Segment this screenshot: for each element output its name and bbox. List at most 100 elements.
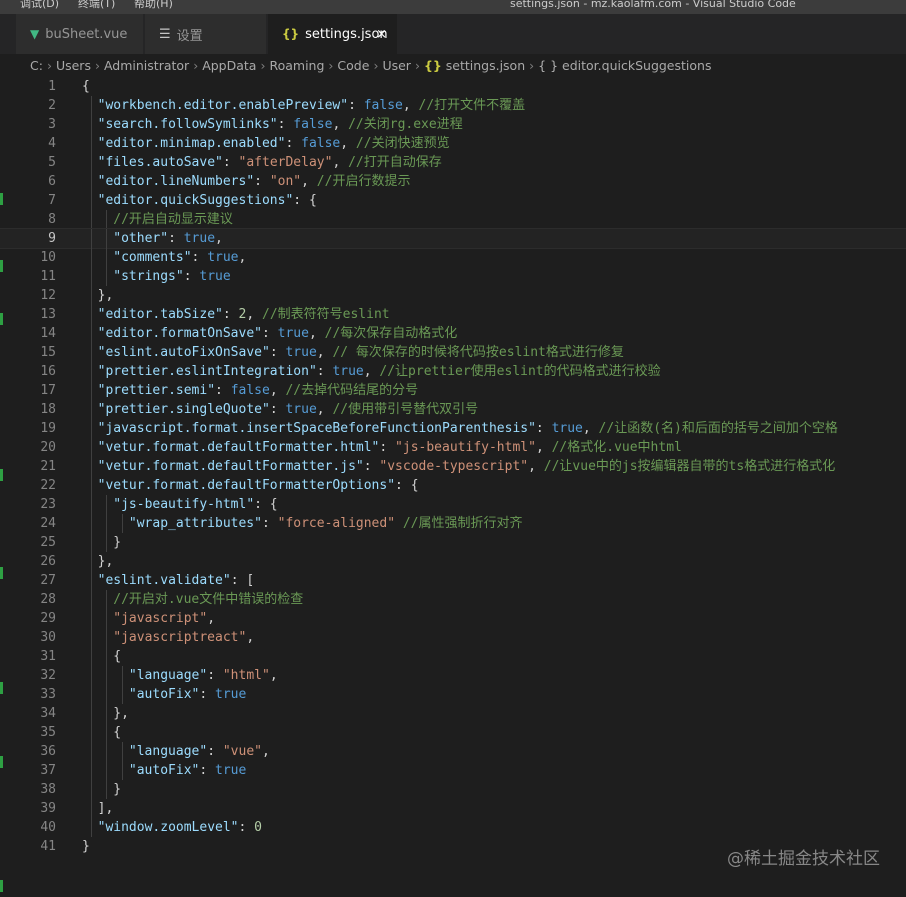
code-line[interactable]: 36 "language": "vue", (0, 742, 906, 761)
code-token: : (199, 763, 216, 778)
indent-guide (90, 514, 92, 533)
line-number: 9 (48, 231, 56, 246)
code-token: //制表符符号eslint (262, 307, 390, 322)
code-line[interactable]: 13 "editor.tabSize": 2, //制表符符号eslint (0, 305, 906, 324)
code-line[interactable]: 3 "search.followSymlinks": false, //关闭rg.… (0, 115, 906, 134)
code-line[interactable]: 9 "other": true, (0, 228, 906, 249)
indent-guide (106, 666, 108, 685)
code-editor[interactable]: 1{2 "workbench.editor.enablePreview": fal… (0, 77, 906, 877)
code-line[interactable]: 27 "eslint.validate": [ (0, 571, 906, 590)
code-line[interactable]: 10 "comments": true, (0, 248, 906, 267)
line-number: 37 (40, 763, 56, 778)
menu-help[interactable]: 帮助(H) (134, 0, 173, 9)
code-token: "eslint.autoFixOnSave" (97, 345, 270, 360)
tab-busheet-vue[interactable]: ▼ buSheet.vue (16, 14, 144, 54)
line-number: 25 (40, 535, 56, 550)
breadcrumb-item[interactable]: C: (30, 58, 43, 73)
code-line[interactable]: 30 "javascriptreact", (0, 628, 906, 647)
code-line[interactable]: 12}, (0, 286, 906, 305)
code-token: //每次保存自动格式化 (324, 326, 458, 341)
code-line[interactable]: 22 "vetur.format.defaultFormatterOptions"… (0, 476, 906, 495)
code-line[interactable]: 16 "prettier.eslintIntegration": true, //… (0, 362, 906, 381)
code-token: "prettier.singleQuote" (97, 402, 270, 417)
code-token: false (363, 98, 403, 113)
code-line[interactable]: 29 "javascript", (0, 609, 906, 628)
breadcrumb-item[interactable]: Roaming (269, 58, 324, 73)
line-number: 5 (48, 155, 56, 170)
indent-guide (106, 723, 108, 742)
menu-terminal[interactable]: 终端(T) (78, 0, 115, 9)
line-number: 19 (40, 421, 56, 436)
code-line[interactable]: 28 //开启对.vue文件中错误的检查 (0, 590, 906, 609)
code-line[interactable]: 8 //开启自动显示建议 (0, 210, 906, 229)
code-token: : (269, 402, 286, 417)
code-line[interactable]: 21 "vetur.format.defaultFormatter.js": "v… (0, 457, 906, 476)
indent-guide (122, 685, 124, 704)
tab-settings-json[interactable]: {} settings.json × (268, 14, 398, 54)
code-text: "javascript", (113, 609, 215, 628)
indent-guide (106, 628, 108, 647)
code-line[interactable]: 26}, (0, 552, 906, 571)
code-line[interactable]: 24 "wrap_attributes": "force-aligned" //属… (0, 514, 906, 533)
code-token: //属性强制折行对齐 (402, 516, 523, 531)
code-line[interactable]: 1{ (0, 77, 906, 96)
code-text: { (113, 723, 121, 742)
code-line[interactable]: 18 "prettier.singleQuote": true, //使用带引号替… (0, 400, 906, 419)
breadcrumb-item[interactable]: User (382, 58, 411, 73)
code-token: "vetur.format.defaultFormatterOptions" (97, 478, 396, 493)
code-token: "other" (113, 231, 169, 246)
code-text: "editor.quickSuggestions": { (98, 191, 317, 210)
code-line[interactable]: 2 "workbench.editor.enablePreview": false… (0, 96, 906, 115)
code-token: "autoFix" (128, 763, 200, 778)
indent-guide (90, 799, 92, 818)
code-token: : (207, 744, 223, 759)
code-text: } (113, 780, 121, 799)
line-number: 6 (48, 174, 56, 189)
breadcrumb-item[interactable]: settings.json (446, 58, 525, 73)
breadcrumb: C: › Users › Administrator › AppData › R… (0, 54, 906, 76)
breadcrumb-item[interactable]: Users (56, 58, 91, 73)
breadcrumb-item[interactable]: Code (337, 58, 369, 73)
code-line[interactable]: 19 "javascript.format.insertSpaceBeforeFu… (0, 419, 906, 438)
code-token: , (363, 364, 380, 379)
code-line[interactable]: 11 "strings": true (0, 267, 906, 286)
code-token: }, (113, 706, 129, 721)
code-line[interactable]: 17 "prettier.semi": false, //去掉代码结尾的分号 (0, 381, 906, 400)
code-line[interactable]: 33 "autoFix": true (0, 685, 906, 704)
breadcrumb-separator: › (373, 57, 379, 73)
code-line[interactable]: 32 "language": "html", (0, 666, 906, 685)
code-line[interactable]: 35 { (0, 723, 906, 742)
breadcrumb-item[interactable]: editor.quickSuggestions (562, 58, 711, 73)
code-line[interactable]: 20 "vetur.format.defaultFormatter.html": … (0, 438, 906, 457)
indent-guide (90, 362, 92, 381)
code-token: , (269, 383, 286, 398)
code-token: "window.zoomLevel" (97, 820, 239, 835)
code-line[interactable]: 34}, (0, 704, 906, 723)
close-icon[interactable]: × (376, 27, 387, 42)
code-line[interactable]: 38} (0, 780, 906, 799)
menu-debug[interactable]: 调试(D) (20, 0, 59, 9)
code-token: true (183, 231, 216, 246)
code-line[interactable]: 25} (0, 533, 906, 552)
code-line[interactable]: 37 "autoFix": true (0, 761, 906, 780)
code-line[interactable]: 31 { (0, 647, 906, 666)
code-line[interactable]: 39], (0, 799, 906, 818)
code-line[interactable]: 14 "editor.formatOnSave": true, //每次保存自动格… (0, 324, 906, 343)
code-line[interactable]: 5 "files.autoSave": "afterDelay", //打开自动保… (0, 153, 906, 172)
code-token: : (222, 307, 239, 322)
code-line[interactable]: 15 "eslint.autoFixOnSave": true, // 每次保存的… (0, 343, 906, 362)
indent-guide (106, 267, 108, 286)
breadcrumb-item[interactable]: Administrator (104, 58, 189, 73)
tab-settings-ui[interactable]: ☰ 设置 (145, 14, 267, 54)
code-token: "vetur.format.defaultFormatter.js" (97, 459, 364, 474)
code-token: , (340, 136, 356, 151)
code-line[interactable]: 6 "editor.lineNumbers": "on", //开启行数提示 (0, 172, 906, 191)
code-line[interactable]: 23 "js-beautify-html": { (0, 495, 906, 514)
code-line[interactable]: 4 "editor.minimap.enabled": false, //关闭快速… (0, 134, 906, 153)
breadcrumb-item[interactable]: AppData (202, 58, 256, 73)
tab-bar: ▼ buSheet.vue ☰ 设置 {} settings.json × (0, 14, 906, 54)
code-token: : (348, 98, 364, 113)
code-line[interactable]: 40 "window.zoomLevel": 0 (0, 818, 906, 837)
code-line[interactable]: 7 "editor.quickSuggestions": { (0, 191, 906, 210)
code-token: false (293, 117, 333, 132)
